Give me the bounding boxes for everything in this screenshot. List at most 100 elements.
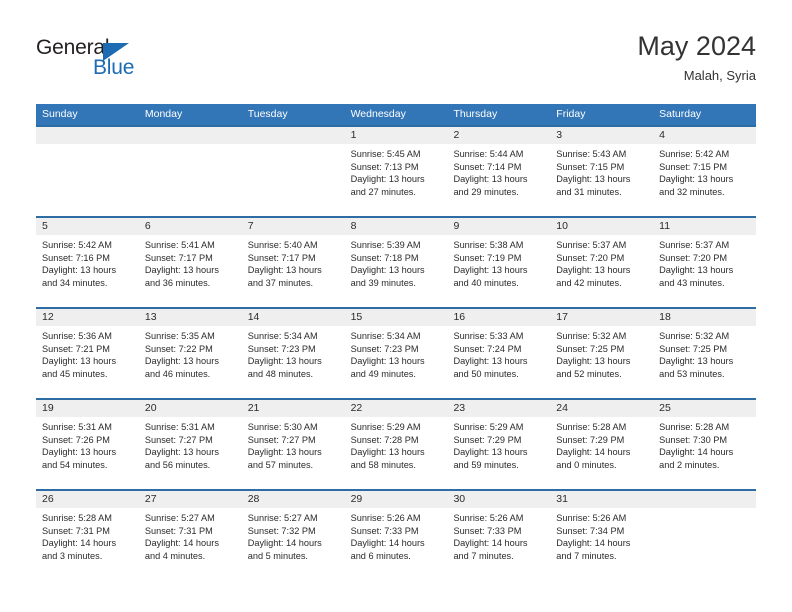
day-details — [242, 144, 345, 148]
day-details: Sunrise: 5:32 AM Sunset: 7:25 PM Dayligh… — [550, 326, 653, 380]
daylight-text-line1: Daylight: 14 hours — [350, 538, 425, 549]
day-cell[interactable]: 15 Sunrise: 5:34 AM Sunset: 7:23 PM Dayl… — [344, 309, 448, 398]
day-cell[interactable]: 1 Sunrise: 5:45 AM Sunset: 7:13 PM Dayli… — [344, 127, 448, 216]
daylight-text-line2: and 32 minutes. — [659, 186, 725, 197]
day-cell[interactable]: 19 Sunrise: 5:31 AM Sunset: 7:26 PM Dayl… — [36, 400, 139, 489]
day-cell[interactable]: 14 Sunrise: 5:34 AM Sunset: 7:23 PM Dayl… — [241, 309, 345, 398]
sunrise-text: Sunrise: 5:44 AM — [453, 149, 524, 159]
generalblue-logo[interactable]: General Blue — [36, 36, 216, 86]
sunset-text: Sunset: 7:22 PM — [144, 343, 213, 354]
day-cell[interactable]: 20 Sunrise: 5:31 AM Sunset: 7:27 PM Dayl… — [138, 400, 242, 489]
sunrise-text: Sunrise: 5:28 AM — [556, 422, 627, 432]
day-cell[interactable]: 3 Sunrise: 5:43 AM Sunset: 7:15 PM Dayli… — [550, 127, 654, 216]
sunrise-text: Sunrise: 5:32 AM — [659, 331, 730, 341]
title-block: May 2024 Malah, Syria — [637, 30, 756, 86]
sunset-text: Sunset: 7:14 PM — [453, 161, 522, 172]
day-cell[interactable]: 28 Sunrise: 5:27 AM Sunset: 7:32 PM Dayl… — [241, 491, 345, 580]
daylight-text-line2: and 40 minutes. — [453, 277, 519, 288]
daylight-text-line1: Daylight: 13 hours — [247, 356, 322, 367]
day-cell[interactable]: 16 Sunrise: 5:33 AM Sunset: 7:24 PM Dayl… — [447, 309, 551, 398]
sunrise-text: Sunrise: 5:28 AM — [42, 513, 112, 523]
day-number: 17 — [550, 309, 654, 326]
daylight-text-line2: and 59 minutes. — [453, 459, 519, 470]
calendar-week-row: 5 Sunrise: 5:42 AM Sunset: 7:16 PM Dayli… — [36, 216, 757, 307]
day-cell[interactable]: 18 Sunrise: 5:32 AM Sunset: 7:25 PM Dayl… — [653, 309, 757, 398]
sunset-text: Sunset: 7:20 PM — [659, 252, 728, 263]
day-cell[interactable]: 22 Sunrise: 5:29 AM Sunset: 7:28 PM Dayl… — [344, 400, 448, 489]
day-cell[interactable]: 9 Sunrise: 5:38 AM Sunset: 7:19 PM Dayli… — [447, 218, 551, 307]
sunrise-text: Sunrise: 5:34 AM — [350, 331, 421, 341]
day-number: 2 — [447, 127, 551, 144]
sunset-text: Sunset: 7:25 PM — [659, 343, 728, 354]
daylight-text-line1: Daylight: 13 hours — [659, 174, 734, 185]
day-number: 24 — [550, 400, 654, 417]
day-cell[interactable]: 30 Sunrise: 5:26 AM Sunset: 7:33 PM Dayl… — [447, 491, 551, 580]
sunset-text: Sunset: 7:25 PM — [556, 343, 625, 354]
sunrise-text: Sunrise: 5:32 AM — [556, 331, 627, 341]
daylight-text-line1: Daylight: 13 hours — [144, 447, 219, 458]
daylight-text-line1: Daylight: 13 hours — [453, 174, 528, 185]
weekday-header-saturday: Saturday — [659, 108, 702, 120]
day-details: Sunrise: 5:32 AM Sunset: 7:25 PM Dayligh… — [653, 326, 756, 380]
sunset-text: Sunset: 7:33 PM — [453, 525, 522, 536]
day-cell[interactable]: 6 Sunrise: 5:41 AM Sunset: 7:17 PM Dayli… — [138, 218, 242, 307]
daylight-text-line1: Daylight: 14 hours — [453, 538, 528, 549]
day-number: 28 — [241, 491, 345, 508]
daylight-text-line1: Daylight: 14 hours — [659, 447, 734, 458]
daylight-text-line1: Daylight: 13 hours — [247, 265, 322, 276]
daylight-text-line2: and 2 minutes. — [659, 459, 720, 470]
sunrise-text: Sunrise: 5:26 AM — [556, 513, 627, 523]
day-cell[interactable]: 5 Sunrise: 5:42 AM Sunset: 7:16 PM Dayli… — [36, 218, 139, 307]
day-cell[interactable]: 13 Sunrise: 5:35 AM Sunset: 7:22 PM Dayl… — [138, 309, 242, 398]
day-cell[interactable]: 23 Sunrise: 5:29 AM Sunset: 7:29 PM Dayl… — [447, 400, 551, 489]
day-cell[interactable]: 4 Sunrise: 5:42 AM Sunset: 7:15 PM Dayli… — [653, 127, 757, 216]
daylight-text-line1: Daylight: 13 hours — [247, 447, 322, 458]
day-cell[interactable] — [138, 127, 242, 216]
day-cell[interactable]: 12 Sunrise: 5:36 AM Sunset: 7:21 PM Dayl… — [36, 309, 139, 398]
sunset-text: Sunset: 7:27 PM — [144, 434, 213, 445]
day-cell[interactable]: 2 Sunrise: 5:44 AM Sunset: 7:14 PM Dayli… — [447, 127, 551, 216]
day-cell[interactable] — [241, 127, 345, 216]
day-number: 23 — [447, 400, 551, 417]
day-number: 30 — [447, 491, 551, 508]
sunset-text: Sunset: 7:15 PM — [556, 161, 625, 172]
sunset-text: Sunset: 7:21 PM — [42, 343, 110, 354]
day-cell[interactable]: 17 Sunrise: 5:32 AM Sunset: 7:25 PM Dayl… — [550, 309, 654, 398]
day-cell[interactable]: 27 Sunrise: 5:27 AM Sunset: 7:31 PM Dayl… — [138, 491, 242, 580]
day-cell[interactable]: 24 Sunrise: 5:28 AM Sunset: 7:29 PM Dayl… — [550, 400, 654, 489]
day-cell[interactable]: 8 Sunrise: 5:39 AM Sunset: 7:18 PM Dayli… — [344, 218, 448, 307]
day-details — [139, 144, 242, 148]
day-cell[interactable]: 10 Sunrise: 5:37 AM Sunset: 7:20 PM Dayl… — [550, 218, 654, 307]
page-title: May 2024 — [637, 31, 756, 61]
day-number: 4 — [653, 127, 757, 144]
day-cell[interactable]: 26 Sunrise: 5:28 AM Sunset: 7:31 PM Dayl… — [36, 491, 139, 580]
daylight-text-line1: Daylight: 14 hours — [556, 538, 631, 549]
day-cell[interactable]: 25 Sunrise: 5:28 AM Sunset: 7:30 PM Dayl… — [653, 400, 757, 489]
day-cell[interactable]: 11 Sunrise: 5:37 AM Sunset: 7:20 PM Dayl… — [653, 218, 757, 307]
daylight-text-line2: and 5 minutes. — [247, 550, 308, 561]
day-number: 6 — [138, 218, 242, 235]
sunset-text: Sunset: 7:13 PM — [350, 161, 419, 172]
daylight-text-line2: and 56 minutes. — [144, 459, 211, 470]
sunrise-text: Sunrise: 5:29 AM — [350, 422, 421, 432]
sunset-text: Sunset: 7:20 PM — [556, 252, 625, 263]
sunset-text: Sunset: 7:23 PM — [350, 343, 419, 354]
sunset-text: Sunset: 7:29 PM — [453, 434, 522, 445]
sunset-text: Sunset: 7:17 PM — [247, 252, 316, 263]
day-cell[interactable]: 21 Sunrise: 5:30 AM Sunset: 7:27 PM Dayl… — [241, 400, 345, 489]
daylight-text-line2: and 0 minutes. — [556, 459, 617, 470]
day-cell[interactable]: 7 Sunrise: 5:40 AM Sunset: 7:17 PM Dayli… — [241, 218, 345, 307]
day-cell[interactable] — [653, 491, 757, 580]
daylight-text-line1: Daylight: 13 hours — [453, 265, 528, 276]
daylight-text-line1: Daylight: 13 hours — [42, 356, 117, 367]
day-details: Sunrise: 5:26 AM Sunset: 7:33 PM Dayligh… — [345, 508, 448, 562]
sunrise-text: Sunrise: 5:45 AM — [350, 149, 421, 159]
sunrise-text: Sunrise: 5:37 AM — [556, 240, 627, 250]
daylight-text-line2: and 54 minutes. — [42, 459, 108, 470]
day-cell[interactable]: 31 Sunrise: 5:26 AM Sunset: 7:34 PM Dayl… — [550, 491, 654, 580]
day-cell[interactable]: 29 Sunrise: 5:26 AM Sunset: 7:33 PM Dayl… — [344, 491, 448, 580]
day-details: Sunrise: 5:42 AM Sunset: 7:15 PM Dayligh… — [653, 144, 756, 198]
sunrise-text: Sunrise: 5:27 AM — [144, 513, 215, 523]
day-details: Sunrise: 5:33 AM Sunset: 7:24 PM Dayligh… — [447, 326, 550, 380]
day-cell[interactable] — [36, 127, 139, 216]
